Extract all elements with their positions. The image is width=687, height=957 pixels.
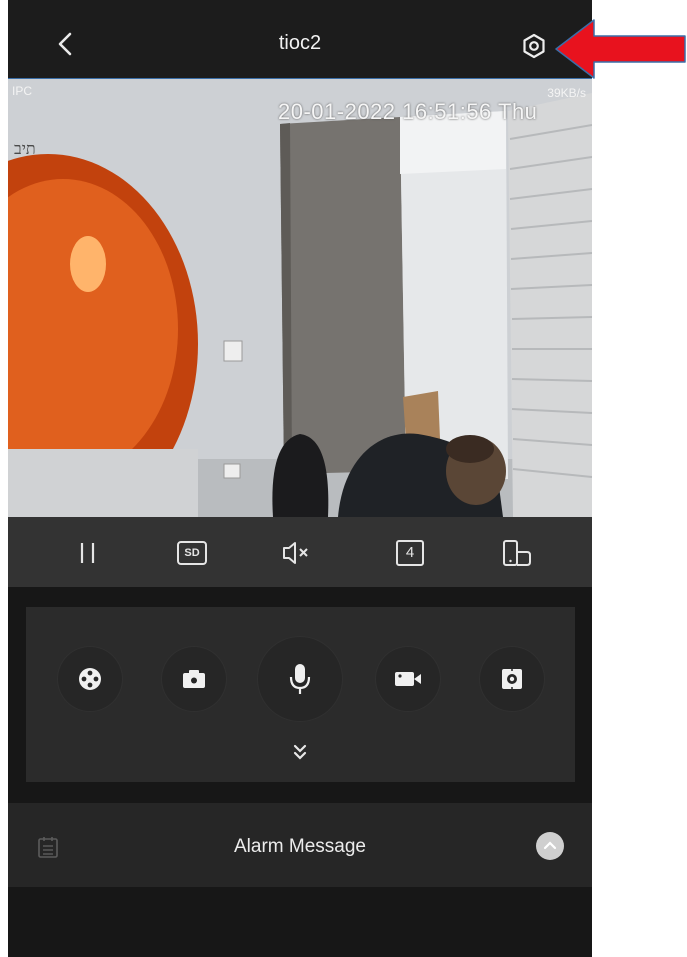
timestamp-overlay: 20-01-2022 16:51:56 Thu [278, 99, 538, 124]
gear-icon[interactable] [518, 30, 550, 62]
sd-quality-button[interactable]: SD [171, 535, 211, 571]
snapshot-button[interactable] [162, 647, 226, 711]
ptz-button[interactable] [58, 647, 122, 711]
live-video-feed[interactable]: IPC 39KB/s 20-01-2022 16:51:56 Thu תיב [8, 78, 592, 517]
record-icon [395, 672, 421, 686]
bitrate-label: 39KB/s [547, 86, 586, 100]
channel-label: IPC [12, 84, 33, 98]
playback-control-bar: SD 4 [8, 517, 592, 587]
split-screen-button[interactable]: 4 [390, 535, 430, 571]
record-button[interactable] [376, 647, 440, 711]
expand-up-button[interactable] [536, 832, 564, 860]
pause-icon[interactable] [68, 535, 108, 571]
chevron-up-icon [543, 841, 557, 850]
alarm-message-label: Alarm Message [234, 836, 366, 857]
microphone-button[interactable] [258, 637, 342, 721]
camera-scene-image [8, 79, 592, 517]
app-header: tioc2 [8, 0, 592, 78]
microphone-icon [289, 664, 311, 694]
mute-icon[interactable] [276, 535, 316, 571]
rotate-fullscreen-icon[interactable] [498, 535, 538, 571]
capture-icon [502, 667, 522, 691]
alarm-message-row[interactable]: Alarm Message [8, 803, 592, 887]
page-title: tioc2 [278, 32, 322, 54]
action-panel [26, 607, 575, 782]
chevron-double-down-icon[interactable] [288, 742, 312, 764]
sd-quality-icon: SD [177, 541, 207, 565]
phone-screen: tioc2 IPC 39KB/s 20-01-2022 16:51:56 Thu… [8, 0, 592, 957]
capture-button[interactable] [480, 647, 544, 711]
split-screen-icon: 4 [396, 540, 424, 566]
ptz-icon [79, 668, 101, 690]
snapshot-icon [183, 670, 205, 688]
camera-name-overlay: תיב [14, 139, 36, 158]
red-arrow-annotation-icon [555, 19, 686, 79]
